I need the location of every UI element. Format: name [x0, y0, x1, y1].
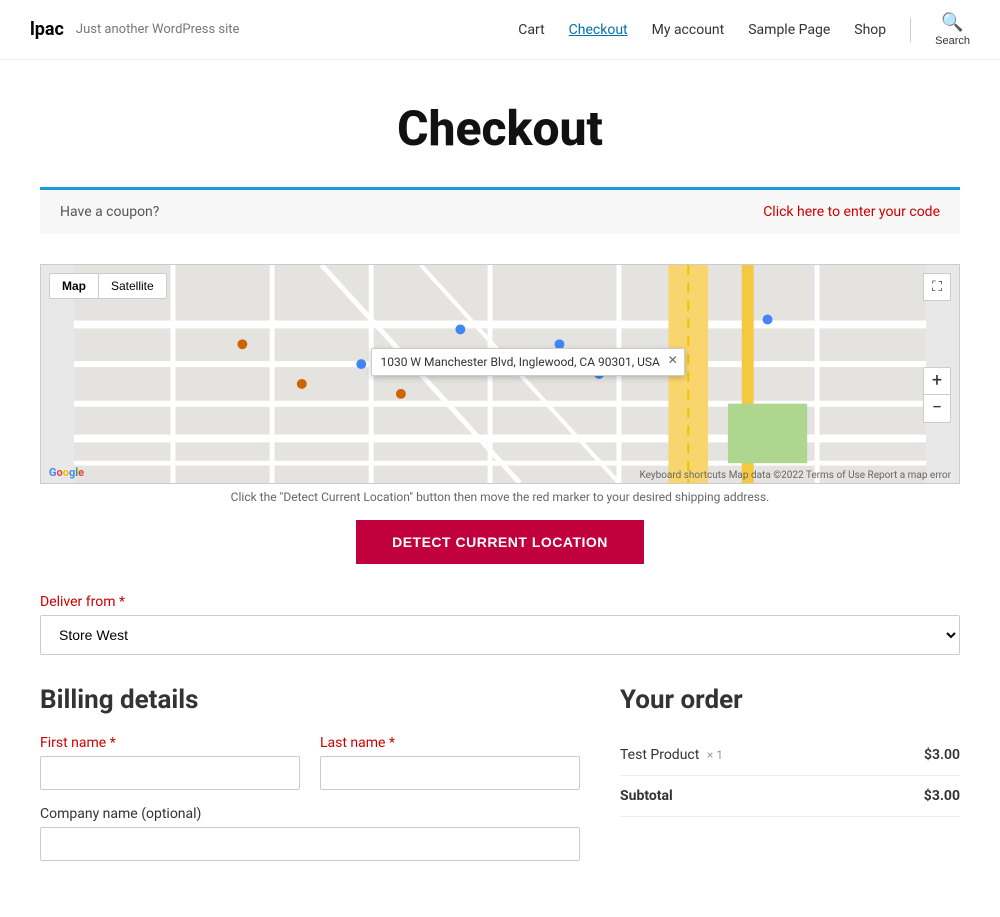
- header-nav: Cart Checkout My account Sample Page Sho…: [518, 12, 970, 47]
- map-zoom-controls: + −: [923, 367, 951, 423]
- deliver-from-required: *: [119, 594, 125, 610]
- site-title[interactable]: lpac: [30, 19, 64, 40]
- main-content: Have a coupon? Click here to enter your …: [20, 187, 980, 917]
- order-subtotal-value: $3.00: [924, 788, 960, 804]
- order-summary-section: Your order Test Product × 1 $3.00 Subtot…: [620, 685, 960, 877]
- search-icon: 🔍: [941, 12, 963, 33]
- google-logo: Google: [49, 466, 84, 479]
- map-info-box: 1030 W Manchester Blvd, Inglewood, CA 90…: [371, 348, 684, 376]
- fullscreen-icon: ⛶: [932, 279, 942, 295]
- coupon-link[interactable]: Click here to enter your code: [763, 204, 940, 220]
- map-tab-map[interactable]: Map: [49, 273, 99, 299]
- coupon-text: Have a coupon?: [60, 204, 159, 220]
- coupon-bar: Have a coupon? Click here to enter your …: [40, 187, 960, 234]
- detect-location-button[interactable]: DETECT CURRENT LOCATION: [356, 520, 644, 564]
- header-left: lpac Just another WordPress site: [30, 19, 239, 40]
- deliver-from-select[interactable]: Store West: [40, 615, 960, 655]
- last-name-label: Last name *: [320, 735, 580, 751]
- nav-link-checkout[interactable]: Checkout: [569, 22, 628, 38]
- page-title: Checkout: [20, 100, 980, 157]
- order-item-name: Test Product × 1: [620, 747, 723, 763]
- order-item-price: $3.00: [924, 747, 960, 763]
- map-attribution: Keyboard shortcuts Map data ©2022 Terms …: [639, 470, 951, 481]
- map-controls: Map Satellite: [49, 273, 167, 299]
- order-subtotal-row: Subtotal $3.00: [620, 776, 960, 817]
- map-section: Map Satellite ⛶ 1030 W Manchester Blvd, …: [40, 264, 960, 504]
- first-name-input[interactable]: [40, 756, 300, 790]
- order-title: Your order: [620, 685, 960, 715]
- map-info-close-button[interactable]: ✕: [668, 353, 678, 367]
- last-name-input[interactable]: [320, 756, 580, 790]
- company-input[interactable]: [40, 827, 580, 861]
- map-zoom-in-button[interactable]: +: [923, 367, 951, 395]
- last-name-required: *: [389, 735, 395, 751]
- site-tagline: Just another WordPress site: [76, 22, 240, 37]
- map-zoom-out-button[interactable]: −: [923, 395, 951, 423]
- page-title-section: Checkout: [0, 60, 1000, 187]
- two-column-layout: Billing details First name * Last name *: [40, 685, 960, 877]
- map-fullscreen-button[interactable]: ⛶: [923, 273, 951, 301]
- nav-link-myaccount[interactable]: My account: [652, 22, 725, 38]
- company-label: Company name (optional): [40, 806, 580, 822]
- search-label: Search: [935, 35, 970, 47]
- billing-title: Billing details: [40, 685, 580, 715]
- nav-link-samplepage[interactable]: Sample Page: [748, 22, 830, 38]
- first-name-required: *: [110, 735, 116, 751]
- first-name-label: First name *: [40, 735, 300, 751]
- billing-details-section: Billing details First name * Last name *: [40, 685, 580, 877]
- nav-link-cart[interactable]: Cart: [518, 22, 544, 38]
- order-item-qty: × 1: [707, 748, 723, 762]
- map-container[interactable]: Map Satellite ⛶ 1030 W Manchester Blvd, …: [40, 264, 960, 484]
- map-tab-satellite[interactable]: Satellite: [99, 273, 167, 299]
- site-header: lpac Just another WordPress site Cart Ch…: [0, 0, 1000, 60]
- map-info-address: 1030 W Manchester Blvd, Inglewood, CA 90…: [380, 355, 659, 369]
- map-hint: Click the "Detect Current Location" butt…: [40, 490, 960, 504]
- deliver-from-label: Deliver from *: [40, 594, 960, 610]
- detect-button-wrap: DETECT CURRENT LOCATION: [40, 520, 960, 564]
- nav-link-shop[interactable]: Shop: [854, 22, 886, 38]
- search-button[interactable]: 🔍 Search: [935, 12, 970, 47]
- deliver-from-section: Deliver from * Store West: [40, 594, 960, 655]
- order-subtotal-label: Subtotal: [620, 788, 673, 804]
- order-item-row: Test Product × 1 $3.00: [620, 735, 960, 776]
- header-divider: [910, 18, 911, 42]
- company-group: Company name (optional): [40, 806, 580, 861]
